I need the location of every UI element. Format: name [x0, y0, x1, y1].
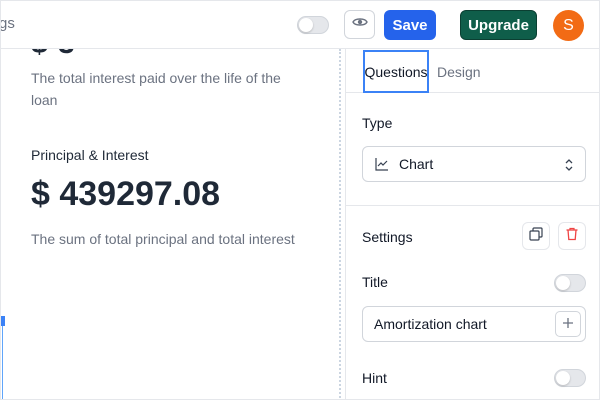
- title-input[interactable]: Amortization chart: [362, 306, 586, 342]
- duplicate-button[interactable]: [522, 222, 550, 250]
- total-interest-value: $ 3: [31, 49, 76, 61]
- toggle-knob: [556, 276, 570, 290]
- eye-icon: [351, 14, 368, 35]
- title-input-value: Amortization chart: [374, 316, 487, 332]
- settings-label: Settings: [362, 229, 413, 245]
- add-button[interactable]: [555, 311, 581, 337]
- type-label: Type: [362, 115, 393, 131]
- plus-icon: [562, 316, 574, 332]
- app-frame: gs Save Upgrade S $ 3 The total interest…: [0, 0, 600, 400]
- chevron-up-down-icon: [563, 157, 575, 176]
- top-bar-cut-label: gs: [0, 15, 15, 32]
- principal-interest-label: Principal & Interest: [31, 147, 149, 163]
- panel-divider: [339, 49, 341, 399]
- preview-button[interactable]: [344, 10, 375, 39]
- chart-line-icon: [375, 157, 389, 171]
- preview-toggle[interactable]: [297, 16, 329, 34]
- top-bar: gs Save Upgrade S: [0, 1, 599, 49]
- trash-icon: [565, 227, 579, 246]
- tab-questions[interactable]: Questions: [363, 50, 429, 93]
- type-select[interactable]: Chart: [362, 146, 586, 182]
- selection-outline: [2, 316, 3, 399]
- title-toggle[interactable]: [554, 274, 586, 292]
- toggle-knob: [299, 18, 313, 32]
- hint-toggle[interactable]: [554, 369, 586, 387]
- upgrade-button[interactable]: Upgrade: [460, 10, 537, 40]
- settings-panel: Questions Design Type Chart Settings Tit…: [345, 49, 599, 399]
- selection-handle[interactable]: [1, 316, 5, 326]
- hint-label: Hint: [362, 370, 387, 386]
- toggle-knob: [556, 371, 570, 385]
- principal-interest-value: $ 439297.08: [31, 175, 221, 213]
- panel-tabs: Questions Design: [346, 49, 599, 93]
- save-button[interactable]: Save: [384, 10, 436, 40]
- principal-interest-description: The sum of total principal and total int…: [31, 231, 295, 247]
- type-select-value: Chart: [399, 156, 434, 172]
- section-separator: [346, 205, 599, 206]
- total-interest-description: The total interest paid over the life of…: [31, 70, 281, 108]
- form-canvas: $ 3 The total interest paid over the lif…: [1, 49, 328, 399]
- title-label: Title: [362, 274, 388, 290]
- avatar[interactable]: S: [553, 10, 584, 41]
- tab-design[interactable]: Design: [437, 50, 481, 93]
- delete-button[interactable]: [558, 222, 586, 250]
- copy-icon: [529, 226, 543, 246]
